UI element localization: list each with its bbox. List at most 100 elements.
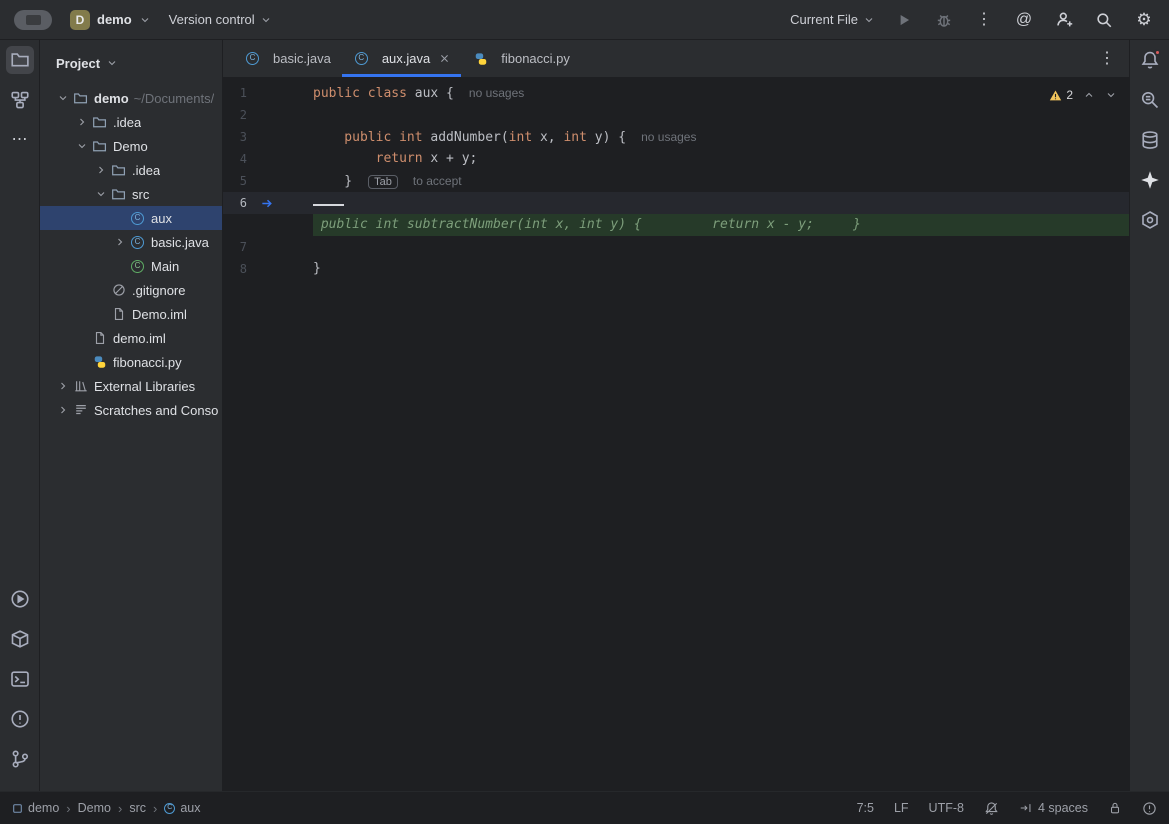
notifications-icon[interactable] xyxy=(1136,46,1164,74)
code-line[interactable]: 3 public int addNumber(int x, int y) {no… xyxy=(223,126,1129,148)
warnings-indicator[interactable]: 2 xyxy=(1049,84,1073,106)
tree-item-idea-nested[interactable]: .idea xyxy=(40,158,222,182)
tree-item-basic-java[interactable]: C basic.java xyxy=(40,230,222,254)
code-with-me-icon[interactable] xyxy=(1053,9,1075,31)
chevron-right-icon[interactable] xyxy=(73,114,91,130)
tree-item-demo-folder[interactable]: Demo xyxy=(40,134,222,158)
inlay-hint: no usages xyxy=(641,130,696,144)
chevron-down-icon[interactable] xyxy=(73,138,91,154)
chevron-right-icon[interactable] xyxy=(111,234,129,250)
code-line[interactable]: 4 return x + y; xyxy=(223,148,1129,170)
code-line[interactable]: 7 xyxy=(223,236,1129,258)
project-widget[interactable]: D demo xyxy=(70,10,151,30)
chevron-down-icon[interactable] xyxy=(92,186,110,202)
next-problem-icon[interactable] xyxy=(1105,89,1117,101)
chevron-right-icon[interactable] xyxy=(92,162,110,178)
chevron-down-icon xyxy=(863,14,875,26)
run-icon[interactable] xyxy=(893,9,915,31)
folder-icon xyxy=(110,186,127,202)
structure-tool-icon[interactable] xyxy=(6,86,34,114)
folder-icon xyxy=(110,162,127,178)
tree-item-demo-root[interactable]: demo ~/Documents/ xyxy=(40,86,222,110)
window-controls-pill[interactable] xyxy=(14,10,52,30)
run-tool-icon[interactable] xyxy=(6,585,34,613)
tree-item-external-libraries[interactable]: External Libraries xyxy=(40,374,222,398)
chevron-right-icon[interactable] xyxy=(54,378,72,394)
indent-icon xyxy=(1019,801,1033,815)
settings-icon[interactable]: ⚙ xyxy=(1133,9,1155,31)
project-tool-icon[interactable] xyxy=(6,46,34,74)
more-vertical-icon[interactable]: ⋮ xyxy=(1099,51,1115,67)
inline-completion-line[interactable]: public int subtractNumber(int x, int y) … xyxy=(223,214,1129,236)
lock-icon[interactable] xyxy=(1108,801,1122,815)
tree-item-main[interactable]: C Main xyxy=(40,254,222,278)
tree-item-demo-iml[interactable]: Demo.iml xyxy=(40,302,222,326)
project-panel: Project demo ~/Documents/ .idea xyxy=(40,40,223,791)
ignored-file-icon xyxy=(110,282,127,298)
tree-item-aux[interactable]: C aux xyxy=(40,206,222,230)
folder-icon xyxy=(72,90,89,106)
database-tool-icon[interactable] xyxy=(1136,126,1164,154)
python-icon xyxy=(91,354,108,370)
problems-tool-icon[interactable] xyxy=(6,705,34,733)
more-tool-windows-icon[interactable]: ⋯ xyxy=(6,126,34,154)
tab-aux-java[interactable]: C aux.java xyxy=(342,40,461,77)
tree-item-gitignore[interactable]: .gitignore xyxy=(40,278,222,302)
ai-assistant-icon[interactable] xyxy=(1136,166,1164,194)
terminal-tool-icon[interactable] xyxy=(6,665,34,693)
chevron-right-icon[interactable] xyxy=(54,402,72,418)
code-editor[interactable]: 2 1 public class aux {no usages 2 3 publ… xyxy=(223,78,1129,791)
version-control-tool-icon[interactable] xyxy=(6,745,34,773)
find-tool-icon[interactable] xyxy=(1136,86,1164,114)
inspection-widget[interactable]: 2 xyxy=(1049,84,1117,106)
class-icon: C xyxy=(129,210,146,226)
tree-item-demo-iml-root[interactable]: demo.iml xyxy=(40,326,222,350)
tree-item-fibonacci-py[interactable]: fibonacci.py xyxy=(40,350,222,374)
breadcrumb-file[interactable]: C aux xyxy=(164,801,200,815)
code-line[interactable]: 2 xyxy=(223,104,1129,126)
project-tree: demo ~/Documents/ .idea Demo .idea xyxy=(40,86,222,791)
tree-item-src[interactable]: src xyxy=(40,182,222,206)
tab-key-hint: Tab xyxy=(368,175,398,189)
breadcrumb-folder[interactable]: src xyxy=(129,801,146,815)
tree-item-scratches[interactable]: Scratches and Conso xyxy=(40,398,222,422)
class-icon: C xyxy=(244,51,261,67)
project-name: demo xyxy=(97,12,132,27)
tab-fibonacci-py[interactable]: fibonacci.py xyxy=(461,40,581,77)
vcs-widget[interactable]: Version control xyxy=(169,12,272,27)
prev-problem-icon[interactable] xyxy=(1083,89,1095,101)
run-configuration-selector[interactable]: Current File xyxy=(790,12,875,27)
window-controls-icon xyxy=(26,15,41,25)
services-tool-icon[interactable] xyxy=(6,625,34,653)
code-line[interactable]: 1 public class aux {no usages xyxy=(223,82,1129,104)
project-panel-header[interactable]: Project xyxy=(40,40,222,86)
class-icon: C xyxy=(164,803,175,814)
plugin-tool-icon[interactable] xyxy=(1136,206,1164,234)
chevron-down-icon[interactable] xyxy=(54,90,72,106)
tree-item-idea[interactable]: .idea xyxy=(40,110,222,134)
editor-tab-bar: C basic.java C aux.java fibonacci.py xyxy=(223,40,1129,78)
tab-basic-java[interactable]: C basic.java xyxy=(233,40,342,77)
line-separator-widget[interactable]: LF xyxy=(894,801,909,815)
ghost-suggestion: public int subtractNumber(int x, int y) … xyxy=(313,214,1129,236)
vcs-label: Version control xyxy=(169,12,255,27)
scratches-icon xyxy=(72,402,89,418)
code-line-current[interactable]: 6 xyxy=(223,192,1129,214)
search-icon[interactable] xyxy=(1093,9,1115,31)
breadcrumb-project[interactable]: demo xyxy=(12,801,59,815)
code-line[interactable]: 5 }Tabto accept xyxy=(223,170,1129,192)
close-icon[interactable] xyxy=(439,53,450,64)
editor-area: C basic.java C aux.java fibonacci.py xyxy=(223,40,1129,791)
debug-icon[interactable] xyxy=(933,9,955,31)
mention-icon[interactable]: @ xyxy=(1013,9,1035,31)
breadcrumb-folder[interactable]: Demo xyxy=(78,801,111,815)
caret-position-widget[interactable]: 7:5 xyxy=(857,801,874,815)
folder-icon xyxy=(91,114,108,130)
encoding-widget[interactable]: UTF-8 xyxy=(929,801,964,815)
indent-widget[interactable]: 4 spaces xyxy=(1019,801,1088,815)
more-vertical-icon[interactable]: ⋮ xyxy=(973,9,995,31)
chevron-down-icon xyxy=(260,14,272,26)
code-line[interactable]: 8 } xyxy=(223,258,1129,280)
inspections-status-icon[interactable] xyxy=(1142,801,1157,816)
notifications-muted-icon[interactable] xyxy=(984,801,999,816)
